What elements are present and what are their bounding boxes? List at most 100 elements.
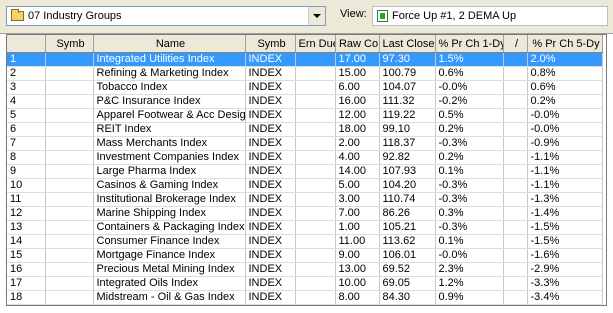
table-row[interactable]: 15 Mortgage Finance Index INDEX 9.00 106.01-… bbox=[7, 248, 603, 263]
col-header-raw-co[interactable]: Raw Co bbox=[335, 35, 380, 53]
symb-cell bbox=[45, 206, 94, 221]
last-close-cell: 69.05 bbox=[379, 276, 436, 291]
chevron-down-icon[interactable] bbox=[308, 7, 325, 25]
table-row[interactable]: 17 Integrated Oils Index INDEX 10.00 69.05 1.… bbox=[7, 276, 603, 291]
symb-type-cell: INDEX bbox=[245, 52, 296, 67]
symb-cell bbox=[45, 136, 94, 151]
ern-due-cell bbox=[295, 164, 336, 179]
col-header-rank[interactable] bbox=[7, 35, 46, 53]
symb-type-cell: INDEX bbox=[245, 206, 296, 221]
view-select-value: Force Up #1, 2 DEMA Up bbox=[392, 10, 517, 22]
last-close-cell: 110.74 bbox=[379, 192, 436, 207]
group-select[interactable]: 07 Industry Groups bbox=[6, 6, 326, 26]
col-header-pr-ch-1dy[interactable]: % Pr Ch 1-Dy bbox=[435, 35, 504, 53]
name-cell: P&C Insurance Index bbox=[93, 94, 246, 109]
table-row[interactable]: 6 REIT Index INDEX 18.00 99.10 0.2% -0.0% bbox=[7, 122, 603, 137]
pr-ch-1dy-cell: 0.1% bbox=[435, 234, 504, 249]
name-cell: Apparel Footwear & Acc Design Index bbox=[93, 108, 246, 123]
last-close-cell: 105.21 bbox=[379, 220, 436, 235]
pr-ch-5dy-cell: -3.4% bbox=[527, 290, 603, 305]
row-number: 2 bbox=[7, 66, 46, 81]
raw-co-cell: 4.00 bbox=[335, 150, 380, 165]
table-row[interactable]: 10 Casinos & Gaming Index INDEX 5.00 104.20-… bbox=[7, 178, 603, 193]
view-select[interactable]: Force Up #1, 2 DEMA Up bbox=[372, 6, 608, 26]
table-row[interactable]: 18 Midstream - Oil & Gas Index INDEX 8.00 84… bbox=[7, 290, 603, 305]
symb-cell bbox=[45, 192, 94, 207]
ern-due-cell bbox=[295, 262, 336, 277]
last-close-cell: 111.32 bbox=[379, 94, 436, 109]
symb-type-cell: INDEX bbox=[245, 178, 296, 193]
name-cell: Large Pharma Index bbox=[93, 164, 246, 179]
sort-cell bbox=[503, 262, 528, 277]
ern-due-cell bbox=[295, 178, 336, 193]
col-header-symb[interactable]: Symb bbox=[45, 35, 94, 53]
sort-cell bbox=[503, 66, 528, 81]
row-number: 5 bbox=[7, 108, 46, 123]
sort-cell bbox=[503, 94, 528, 109]
name-cell: Refining & Marketing Index bbox=[93, 66, 246, 81]
raw-co-cell: 9.00 bbox=[335, 248, 380, 263]
col-header-ern-due[interactable]: Ern Due bbox=[295, 35, 336, 53]
symb-type-cell: INDEX bbox=[245, 94, 296, 109]
table-row[interactable]: 5 Apparel Footwear & Acc Design IndexINDE… bbox=[7, 108, 603, 123]
table-row[interactable]: 14 Consumer Finance Index INDEX 11.00 113.62… bbox=[7, 234, 603, 249]
row-number: 12 bbox=[7, 206, 46, 221]
pr-ch-1dy-cell: -0.3% bbox=[435, 178, 504, 193]
row-number: 4 bbox=[7, 94, 46, 109]
symb-type-cell: INDEX bbox=[245, 80, 296, 95]
pr-ch-5dy-cell: -1.6% bbox=[527, 248, 603, 263]
table-row[interactable]: 11 Institutional Brokerage Index INDEX 3.00… bbox=[7, 192, 603, 207]
last-close-cell: 99.10 bbox=[379, 122, 436, 137]
symb-cell bbox=[45, 178, 94, 193]
table-row[interactable]: 1 Integrated Utilities Index INDEX 17.00 97.… bbox=[7, 52, 603, 67]
symb-cell bbox=[45, 80, 94, 95]
ern-due-cell bbox=[295, 122, 336, 137]
raw-co-cell: 15.00 bbox=[335, 66, 380, 81]
pr-ch-1dy-cell: -0.3% bbox=[435, 192, 504, 207]
table-row[interactable]: 16 Precious Metal Mining Index INDEX 13.00 6… bbox=[7, 262, 603, 277]
symb-type-cell: INDEX bbox=[245, 136, 296, 151]
table-row[interactable]: 3 Tobacco Index INDEX 6.00 104.07 -0.0% 0.6% bbox=[7, 80, 603, 95]
last-close-cell: 104.07 bbox=[379, 80, 436, 95]
industry-groups-grid: Symb Name Symb Ern Due Raw Co Last Close… bbox=[6, 34, 607, 306]
pr-ch-5dy-cell: -0.0% bbox=[527, 108, 603, 123]
ern-due-cell bbox=[295, 248, 336, 263]
symb-cell bbox=[45, 150, 94, 165]
raw-co-cell: 16.00 bbox=[335, 94, 380, 109]
table-row[interactable]: 13 Containers & Packaging Index INDEX 1.00 1… bbox=[7, 220, 603, 235]
row-number: 16 bbox=[7, 262, 46, 277]
pr-ch-5dy-cell: -1.1% bbox=[527, 164, 603, 179]
table-row[interactable]: 12 Marine Shipping Index INDEX 7.00 86.26 0.3… bbox=[7, 206, 603, 221]
pr-ch-1dy-cell: -0.0% bbox=[435, 80, 504, 95]
pr-ch-1dy-cell: -0.2% bbox=[435, 94, 504, 109]
pr-ch-5dy-cell: -0.9% bbox=[527, 136, 603, 151]
ern-due-cell bbox=[295, 206, 336, 221]
name-cell: Casinos & Gaming Index bbox=[93, 178, 246, 193]
pr-ch-1dy-cell: 1.2% bbox=[435, 276, 504, 291]
last-close-cell: 104.20 bbox=[379, 178, 436, 193]
table-row[interactable]: 4 P&C Insurance Index INDEX 16.00 111.32 -0.2… bbox=[7, 94, 603, 109]
raw-co-cell: 17.00 bbox=[335, 52, 380, 67]
col-header-pr-ch-5dy[interactable]: % Pr Ch 5-Dy bbox=[527, 35, 603, 53]
symb-type-cell: INDEX bbox=[245, 234, 296, 249]
pr-ch-1dy-cell: 0.3% bbox=[435, 206, 504, 221]
sort-cell bbox=[503, 234, 528, 249]
col-header-name[interactable]: Name bbox=[93, 35, 246, 53]
sort-cell bbox=[503, 206, 528, 221]
sort-cell bbox=[503, 150, 528, 165]
raw-co-cell: 13.00 bbox=[335, 262, 380, 277]
table-row[interactable]: 2 Refining & Marketing Index INDEX 15.00 100… bbox=[7, 66, 603, 81]
col-header-symb-2[interactable]: Symb bbox=[245, 35, 296, 53]
name-cell: REIT Index bbox=[93, 122, 246, 137]
table-row[interactable]: 7 Mass Merchants Index INDEX 2.00 118.37 -0.3… bbox=[7, 136, 603, 151]
pr-ch-5dy-cell: -0.0% bbox=[527, 122, 603, 137]
col-header-sort[interactable]: / bbox=[503, 35, 528, 53]
last-close-cell: 107.93 bbox=[379, 164, 436, 179]
table-row[interactable]: 9 Large Pharma Index INDEX 14.00 107.93 0.1% -… bbox=[7, 164, 603, 179]
row-number: 6 bbox=[7, 122, 46, 137]
raw-co-cell: 12.00 bbox=[335, 108, 380, 123]
col-header-last-close[interactable]: Last Close bbox=[379, 35, 436, 53]
symb-cell bbox=[45, 276, 94, 291]
table-row[interactable]: 8 Investment Companies Index INDEX 4.00 92.8… bbox=[7, 150, 603, 165]
raw-co-cell: 7.00 bbox=[335, 206, 380, 221]
